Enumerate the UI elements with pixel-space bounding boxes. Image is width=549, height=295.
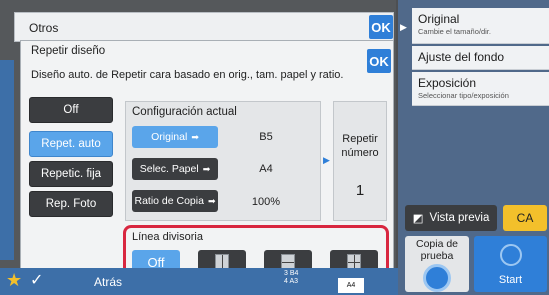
copia-line1: Copia de xyxy=(415,238,459,250)
bottom-bar: ★ ✓ Atrás 3 B4 4 A3 A4 xyxy=(0,268,398,295)
copia-line2: prueba xyxy=(420,250,454,262)
repeat-label-line2: número xyxy=(341,147,379,159)
right-item-exposicion-sub: Seleccionar tipo/exposición xyxy=(418,91,509,100)
original-button-label: Original xyxy=(151,131,188,143)
background-strip xyxy=(0,60,14,260)
copia-prueba-label: Copia de prueba xyxy=(405,238,469,262)
repetir-ok-button[interactable]: OK xyxy=(367,49,391,73)
arrow-right-icon: ➡ xyxy=(202,163,211,174)
paper-size-indicator: A4 xyxy=(338,278,364,293)
repetir-diseno-popup: Repetir diseño OK Diseño auto. de Repeti… xyxy=(20,40,394,284)
otros-ok-button[interactable]: OK xyxy=(369,15,393,39)
divider-label: Línea divisoria xyxy=(132,231,203,243)
tray-line1: 3 B4 xyxy=(284,270,299,277)
original-value: B5 xyxy=(259,131,273,143)
ratio-copia-label: Ratio de Copia xyxy=(134,195,204,207)
ratio-copia-button[interactable]: Ratio de Copia ➡ xyxy=(132,190,218,212)
play-icon: ▶ xyxy=(400,22,407,32)
tray-info: 3 B4 4 A3 xyxy=(284,270,298,286)
start-button[interactable]: Start xyxy=(474,236,547,292)
right-item-fondo-title: Ajuste del fondo xyxy=(418,50,505,64)
mode-off-button[interactable]: Off xyxy=(29,97,113,123)
repeat-label-line1: Repetir xyxy=(342,133,378,145)
ratio-value: 100% xyxy=(251,196,281,208)
copia-start-icon xyxy=(423,264,451,292)
selec-papel-button[interactable]: Selec. Papel ➡ xyxy=(132,158,218,180)
start-label: Start xyxy=(498,274,523,286)
popup-title: Repetir diseño xyxy=(31,45,106,57)
right-item-exposicion[interactable]: Exposición Seleccionar tipo/exposición xyxy=(412,72,549,106)
arrow-right-icon: ➡ xyxy=(207,195,216,206)
arrow-right-icon: ➡ xyxy=(191,131,199,142)
papel-value: A4 xyxy=(259,163,273,175)
selec-papel-label: Selec. Papel xyxy=(139,163,199,175)
mode-repetic-fija-button[interactable]: Repetic. fija xyxy=(29,161,113,187)
otros-title: Otros xyxy=(29,21,59,35)
vista-previa-button[interactable]: ◩ Vista previa xyxy=(405,205,497,231)
right-item-original-title: Original xyxy=(418,12,460,26)
repeat-number-value: 1 xyxy=(355,182,365,199)
right-item-exposicion-title: Exposición xyxy=(418,76,477,90)
right-item-fondo[interactable]: Ajuste del fondo xyxy=(412,46,549,70)
back-button[interactable]: Atrás xyxy=(94,275,122,289)
vista-previa-label: Vista previa xyxy=(429,212,490,224)
start-icon xyxy=(500,244,522,266)
repeat-label: Repetir número xyxy=(334,132,386,160)
popup-description: Diseño auto. de Repetir cara basado en o… xyxy=(31,69,344,81)
config-title: Configuración actual xyxy=(132,106,237,118)
config-panel: Configuración actual Original ➡ B5 Selec… xyxy=(125,101,321,221)
triangle-right-icon: ▶ xyxy=(323,155,330,165)
mode-repet-auto-button[interactable]: Repet. auto xyxy=(29,131,113,157)
right-item-original[interactable]: Original Cambie el tamaño/dir. xyxy=(412,8,549,44)
tray-line2: 4 A3 xyxy=(284,278,299,285)
preview-icon: ◩ xyxy=(412,213,424,225)
ca-button[interactable]: CA xyxy=(503,205,547,231)
mode-rep-foto-button[interactable]: Rep. Foto xyxy=(29,191,113,217)
check-icon[interactable]: ✓ xyxy=(30,270,43,290)
repeat-number-panel: Repetir número 1 xyxy=(333,101,387,221)
right-item-original-sub: Cambie el tamaño/dir. xyxy=(418,27,491,36)
otros-popup: Otros OK xyxy=(14,12,394,42)
copia-prueba-button[interactable]: Copia de prueba xyxy=(405,236,469,292)
original-button[interactable]: Original ➡ xyxy=(132,126,218,148)
star-icon[interactable]: ★ xyxy=(6,270,22,291)
